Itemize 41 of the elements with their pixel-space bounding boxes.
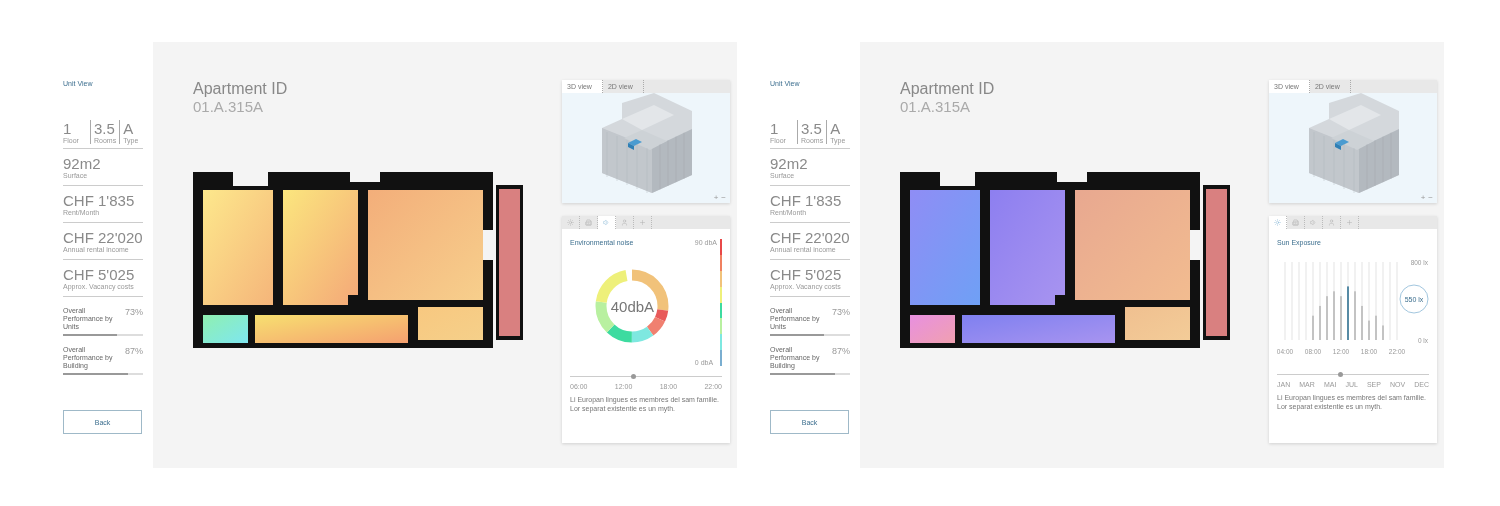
figure-value: CHF 22'020 bbox=[770, 229, 850, 246]
slider-thumb[interactable] bbox=[1338, 372, 1344, 377]
noise-level-value: 40dbA bbox=[610, 297, 655, 315]
zoom-control[interactable]: − bbox=[721, 193, 726, 202]
speaker-icon bbox=[1310, 219, 1317, 226]
performance-value: 73% bbox=[125, 307, 143, 317]
icon-tab[interactable] bbox=[598, 216, 616, 229]
fact-value: 3.5 bbox=[800, 120, 823, 137]
plus-icon bbox=[1346, 219, 1353, 226]
figure-value: CHF 1'835 bbox=[770, 192, 843, 209]
person-icon bbox=[1328, 219, 1335, 226]
building-icon bbox=[1292, 219, 1299, 226]
figure-value: CHF 22'020 bbox=[63, 229, 143, 246]
page-title: Apartment ID bbox=[900, 80, 996, 98]
plus-icon bbox=[639, 219, 646, 226]
figure-value: CHF 1'835 bbox=[63, 192, 136, 209]
zoom-control[interactable]: − bbox=[1428, 193, 1433, 202]
figure-value: 92m2 bbox=[770, 155, 809, 172]
building-icon bbox=[585, 219, 592, 226]
fact-value: 3.5 bbox=[93, 120, 116, 137]
page-title: Apartment ID bbox=[193, 80, 289, 98]
sun-icon bbox=[567, 219, 574, 226]
person-icon bbox=[621, 219, 628, 226]
figure-value: 92m2 bbox=[63, 155, 102, 172]
sun-icon bbox=[1274, 219, 1281, 226]
performance-value: 87% bbox=[832, 346, 850, 356]
figure-value: CHF 5'025 bbox=[63, 266, 136, 283]
figure-value: CHF 5'025 bbox=[770, 266, 843, 283]
fact-value: A bbox=[123, 120, 135, 137]
icon-tab[interactable] bbox=[1269, 216, 1287, 229]
apartment-id: 01.A.315A bbox=[900, 98, 972, 115]
fact-value: A bbox=[830, 120, 842, 137]
fact-value: 1 bbox=[63, 120, 73, 137]
speaker-icon bbox=[603, 219, 610, 226]
zoom-control[interactable]: + bbox=[1420, 193, 1426, 202]
slider-thumb[interactable] bbox=[631, 374, 637, 379]
performance-value: 73% bbox=[832, 307, 850, 317]
fact-value: 1 bbox=[770, 120, 780, 137]
zoom-control[interactable]: + bbox=[713, 193, 719, 202]
performance-value: 87% bbox=[125, 346, 143, 356]
apartment-id: 01.A.315A bbox=[193, 98, 265, 115]
